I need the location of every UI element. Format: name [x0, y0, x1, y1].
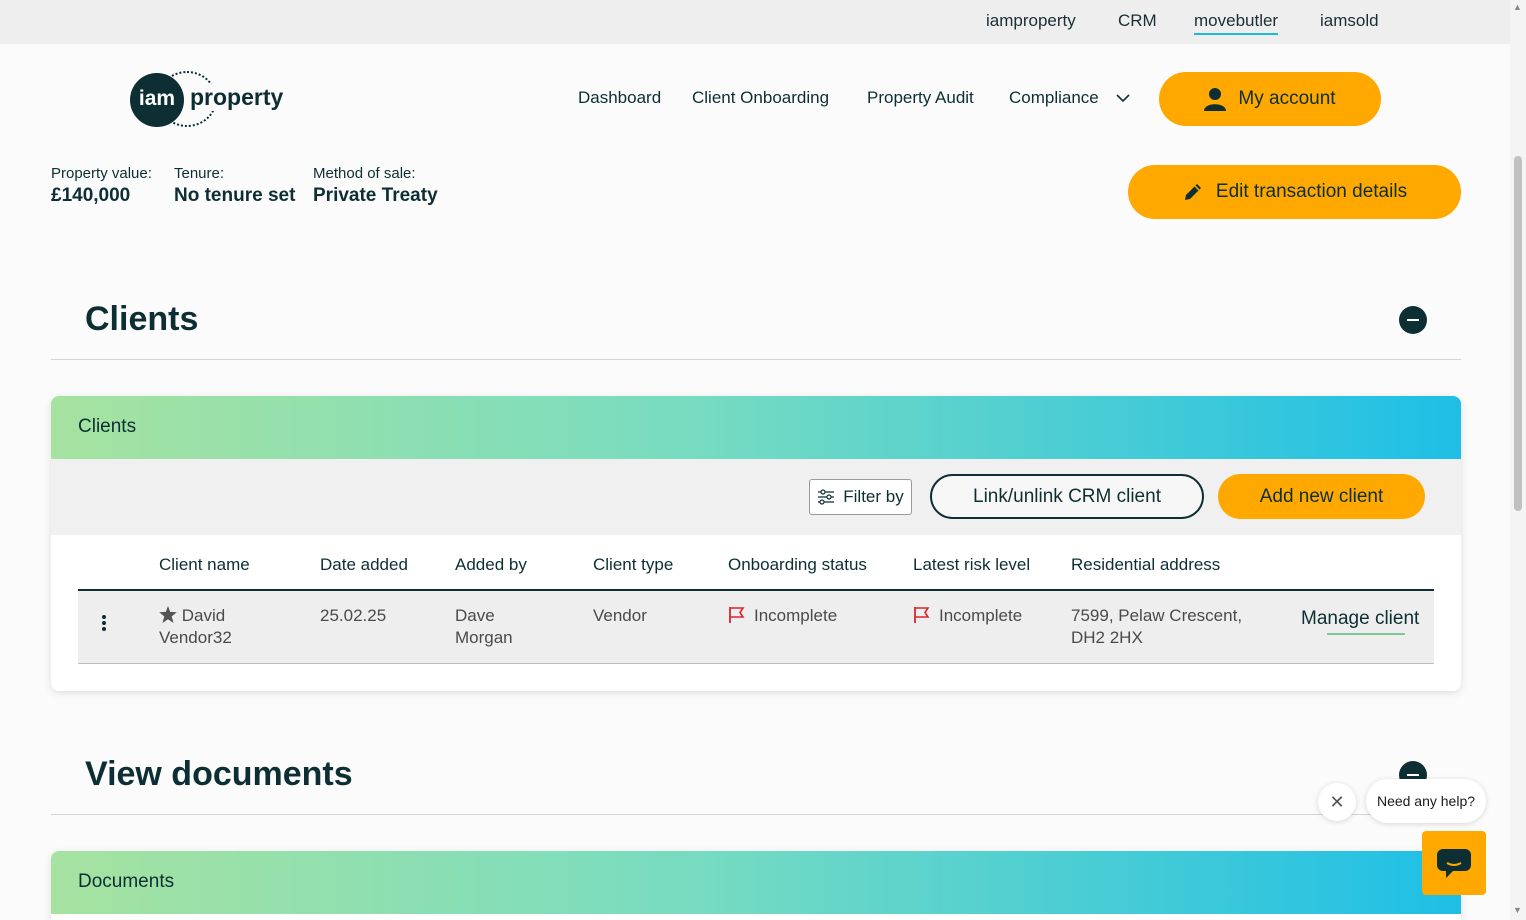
- chat-icon: [1437, 849, 1471, 878]
- close-icon[interactable]: ✕: [1318, 783, 1356, 821]
- client-last-name: Vendor32: [159, 628, 232, 647]
- scroll-up-icon[interactable]: ▲: [1513, 2, 1522, 12]
- tenure-label: Tenure:: [174, 165, 225, 182]
- col-client-type[interactable]: Client type: [593, 555, 673, 575]
- nav-property-audit[interactable]: Property Audit: [867, 88, 974, 108]
- logo-word: property: [188, 84, 286, 111]
- clients-toolbar: Filter by Link/unlink CRM client Add new…: [51, 459, 1461, 535]
- date-added-cell: 25.02.25: [320, 606, 387, 625]
- nav-compliance[interactable]: Compliance: [1009, 88, 1099, 108]
- iamproperty-logo[interactable]: iam property: [130, 71, 300, 127]
- filter-by-button[interactable]: Filter by: [809, 479, 912, 515]
- scrollbar-thumb[interactable]: [1514, 156, 1522, 511]
- address-line-2: DH2 2HX: [1071, 628, 1143, 647]
- added-by-first: Dave: [455, 606, 495, 625]
- documents-card-header: Documents: [51, 851, 1461, 914]
- link-unlink-crm-button[interactable]: Link/unlink CRM client: [930, 474, 1204, 519]
- clients-table: Client name Date added Added by Client t…: [51, 535, 1461, 691]
- col-client-name[interactable]: Client name: [159, 555, 250, 575]
- logo-mark: iam: [130, 73, 184, 127]
- brand-link-movebutler[interactable]: movebutler: [1194, 11, 1279, 35]
- manage-client-underline: [1327, 633, 1405, 635]
- client-type-cell: Vendor: [593, 606, 647, 625]
- col-residential-address[interactable]: Residential address: [1071, 555, 1220, 575]
- onboarding-status-text: Incomplete: [754, 606, 838, 625]
- property-value: £140,000: [51, 185, 131, 206]
- documents-section-title: View documents: [85, 755, 353, 793]
- col-date-added[interactable]: Date added: [320, 555, 408, 575]
- col-onboarding-status[interactable]: Onboarding status: [728, 555, 867, 575]
- client-name-cell: David Vendor32: [159, 605, 232, 649]
- collapse-clients-icon[interactable]: [1399, 306, 1427, 334]
- star-icon: [159, 606, 177, 623]
- filter-by-label: Filter by: [843, 487, 904, 506]
- chevron-down-icon[interactable]: [1115, 90, 1131, 106]
- my-account-button[interactable]: My account: [1159, 72, 1381, 126]
- brand-link-iamsold[interactable]: iamsold: [1320, 11, 1379, 31]
- flag-icon: [914, 607, 930, 623]
- table-row: David Vendor32 25.02.25 Dave Morgan Vend…: [78, 591, 1434, 664]
- my-account-label: My account: [1238, 88, 1336, 109]
- added-by-cell: Dave Morgan: [455, 605, 513, 649]
- address-cell: 7599, Pelaw Crescent, DH2 2HX: [1071, 605, 1242, 649]
- edit-transaction-button[interactable]: Edit transaction details: [1128, 165, 1461, 219]
- chat-launcher-button[interactable]: [1422, 831, 1486, 895]
- flag-icon: [729, 607, 745, 623]
- brand-bar: iamproperty CRM movebutler iamsold: [0, 0, 1510, 44]
- risk-level-text: Incomplete: [939, 606, 1023, 625]
- documents-card: Documents: [51, 851, 1461, 920]
- user-icon: [1204, 88, 1227, 111]
- pencil-icon: [1184, 184, 1201, 200]
- edit-transaction-label: Edit transaction details: [1215, 181, 1408, 202]
- clients-card: Clients Filter by Link/unlink CRM client…: [51, 396, 1461, 691]
- onboarding-status-cell: Incomplete: [728, 605, 837, 627]
- property-value-label: Property value:: [51, 165, 152, 182]
- method-of-sale-value: Private Treaty: [313, 185, 438, 206]
- tenure-value: No tenure set: [174, 185, 296, 206]
- brand-link-crm[interactable]: CRM: [1118, 11, 1157, 31]
- brand-link-iamproperty[interactable]: iamproperty: [986, 11, 1076, 31]
- nav-dashboard[interactable]: Dashboard: [578, 88, 661, 108]
- col-added-by[interactable]: Added by: [455, 555, 527, 575]
- client-first-name: David: [181, 606, 226, 625]
- section-divider: [51, 814, 1461, 815]
- kebab-menu-icon[interactable]: [101, 614, 107, 632]
- page-scrollbar[interactable]: ▲ ▼: [1510, 0, 1526, 920]
- added-by-last: Morgan: [455, 628, 513, 647]
- clients-section-title: Clients: [85, 300, 199, 338]
- col-latest-risk-level[interactable]: Latest risk level: [913, 555, 1030, 575]
- method-of-sale-label: Method of sale:: [313, 165, 416, 182]
- add-new-client-button[interactable]: Add new client: [1218, 474, 1425, 519]
- help-bubble[interactable]: Need any help?: [1366, 779, 1486, 823]
- scroll-down-icon[interactable]: ▼: [1513, 905, 1522, 915]
- risk-level-cell: Incomplete: [913, 605, 1022, 627]
- section-divider: [51, 359, 1461, 360]
- sliders-icon: [818, 489, 835, 505]
- clients-card-header: Clients: [51, 396, 1461, 459]
- manage-client-link[interactable]: Manage client: [1301, 608, 1419, 630]
- address-line-1: 7599, Pelaw Crescent,: [1071, 606, 1243, 625]
- nav-client-onboarding[interactable]: Client Onboarding: [692, 88, 829, 108]
